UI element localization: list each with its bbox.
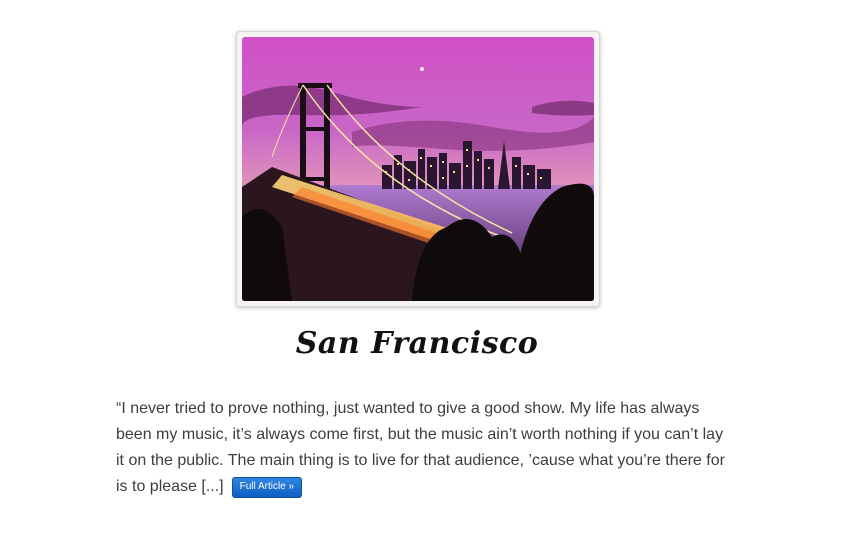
post-excerpt: “I never tried to prove nothing, just wa… [116, 396, 726, 500]
excerpt-text: “I never tried to prove nothing, just wa… [116, 400, 725, 495]
featured-image-frame [236, 31, 600, 307]
post-title[interactable]: San Francisco [0, 326, 834, 361]
blog-post: San Francisco “I never tried to prove no… [0, 0, 848, 534]
featured-image[interactable] [242, 37, 594, 301]
full-article-button[interactable]: Full Article » [231, 477, 303, 498]
